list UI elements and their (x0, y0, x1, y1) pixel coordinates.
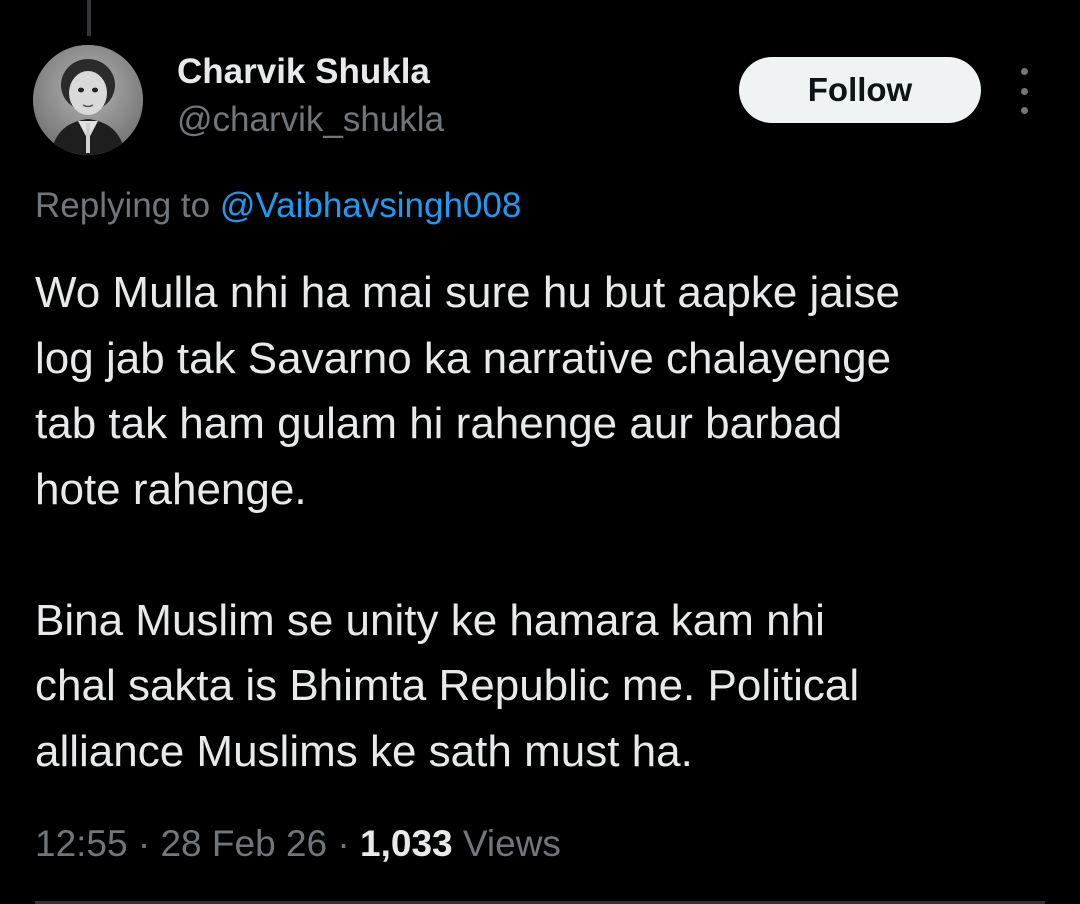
vertical-ellipsis-icon (1020, 107, 1028, 114)
vertical-ellipsis-icon (1020, 68, 1028, 75)
author-display-name[interactable]: Charvik Shukla (177, 52, 430, 92)
meta-separator: · (137, 823, 151, 864)
tweet-paragraph: Wo Mulla nhi ha mai sure hu but aapke ja… (35, 268, 901, 514)
tweet-text: Wo Mulla nhi ha mai sure hu but aapke ja… (35, 260, 1045, 784)
profile-photo-icon (33, 45, 143, 155)
tweet-date[interactable]: 28 Feb 26 (160, 823, 327, 864)
views-count: 1,033 (360, 823, 453, 864)
reply-context: Replying to @Vaibhavsingh008 (35, 186, 521, 226)
views-label: Views (462, 823, 561, 864)
follow-button[interactable]: Follow (739, 57, 981, 123)
meta-separator: · (337, 823, 350, 864)
vertical-ellipsis-icon (1020, 87, 1028, 95)
tweet-metadata: 12:55 · 28 Feb 26 · 1,033 Views (35, 823, 561, 865)
avatar[interactable] (33, 45, 143, 155)
tweet-paragraph: Bina Muslim se unity ke hamara kam nhi c… (35, 595, 860, 776)
tweet-time[interactable]: 12:55 (35, 823, 128, 864)
reply-mention-link[interactable]: @Vaibhavsingh008 (220, 186, 521, 225)
more-options-button[interactable] (1008, 68, 1040, 114)
reply-prefix: Replying to (35, 186, 211, 225)
author-handle[interactable]: @charvik_shukla (177, 100, 444, 140)
thread-connector-line (87, 0, 91, 36)
